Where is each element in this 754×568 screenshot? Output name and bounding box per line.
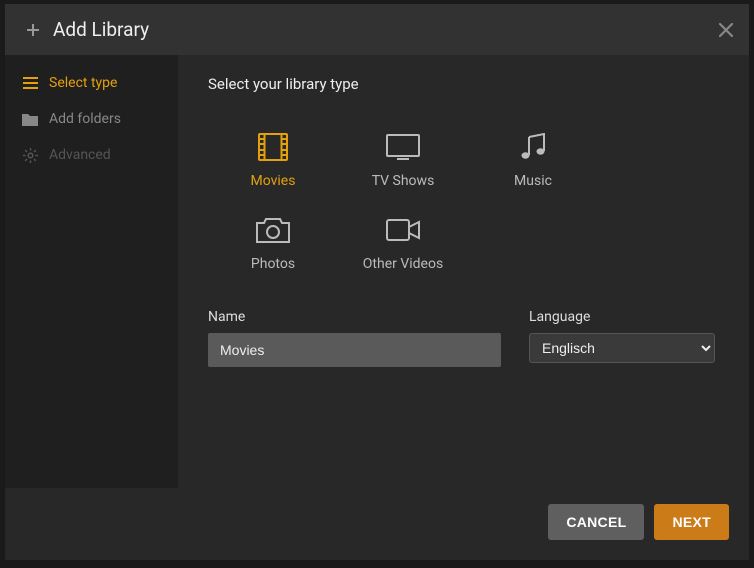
sidebar-item-add-folders[interactable]: Add folders xyxy=(5,101,178,137)
close-button[interactable] xyxy=(719,23,733,37)
type-option-tv-shows[interactable]: TV Shows xyxy=(338,117,468,200)
music-icon xyxy=(520,129,546,165)
next-button[interactable]: NEXT xyxy=(654,504,729,540)
sidebar-item-select-type[interactable]: Select type xyxy=(5,65,178,101)
cancel-button[interactable]: CANCEL xyxy=(548,504,644,540)
folder-icon xyxy=(21,113,39,126)
name-group: Name xyxy=(208,309,501,367)
name-input[interactable] xyxy=(208,333,501,367)
tv-icon xyxy=(386,129,420,165)
modal-header: Add Library xyxy=(5,4,749,55)
sidebar-item-advanced[interactable]: Advanced xyxy=(5,137,178,173)
wizard-sidebar: Select type Add folders Advanced xyxy=(5,55,178,488)
modal-body: Select type Add folders Advanced Select … xyxy=(5,55,749,488)
list-icon xyxy=(21,77,39,89)
content-heading: Select your library type xyxy=(208,75,719,93)
sidebar-item-label: Advanced xyxy=(49,147,111,163)
film-icon xyxy=(258,129,288,165)
type-label: Movies xyxy=(251,173,296,189)
language-group: Language Englisch xyxy=(529,309,715,367)
type-label: Music xyxy=(514,173,552,189)
form-row: Name Language Englisch xyxy=(208,309,719,367)
modal-title: Add Library xyxy=(53,18,149,41)
language-label: Language xyxy=(529,309,715,325)
type-option-music[interactable]: Music xyxy=(468,117,598,200)
name-label: Name xyxy=(208,309,501,325)
plus-icon xyxy=(25,22,41,38)
type-label: Photos xyxy=(251,256,295,272)
modal-footer: CANCEL NEXT xyxy=(5,488,749,560)
sidebar-item-label: Select type xyxy=(49,75,117,91)
library-type-grid: Movies TV Shows Music xyxy=(208,117,719,283)
camera-icon xyxy=(256,212,290,248)
type-option-movies[interactable]: Movies xyxy=(208,117,338,200)
add-library-modal: Add Library Select type Add folders xyxy=(5,4,749,560)
type-option-other-videos[interactable]: Other Videos xyxy=(338,200,468,283)
language-select[interactable]: Englisch xyxy=(529,333,715,363)
wizard-content: Select your library type Movies TV Shows xyxy=(178,55,749,488)
sidebar-item-label: Add folders xyxy=(49,111,121,127)
video-camera-icon xyxy=(386,212,420,248)
type-option-photos[interactable]: Photos xyxy=(208,200,338,283)
gear-icon xyxy=(21,148,39,163)
type-label: Other Videos xyxy=(363,256,443,272)
type-label: TV Shows xyxy=(372,173,435,189)
